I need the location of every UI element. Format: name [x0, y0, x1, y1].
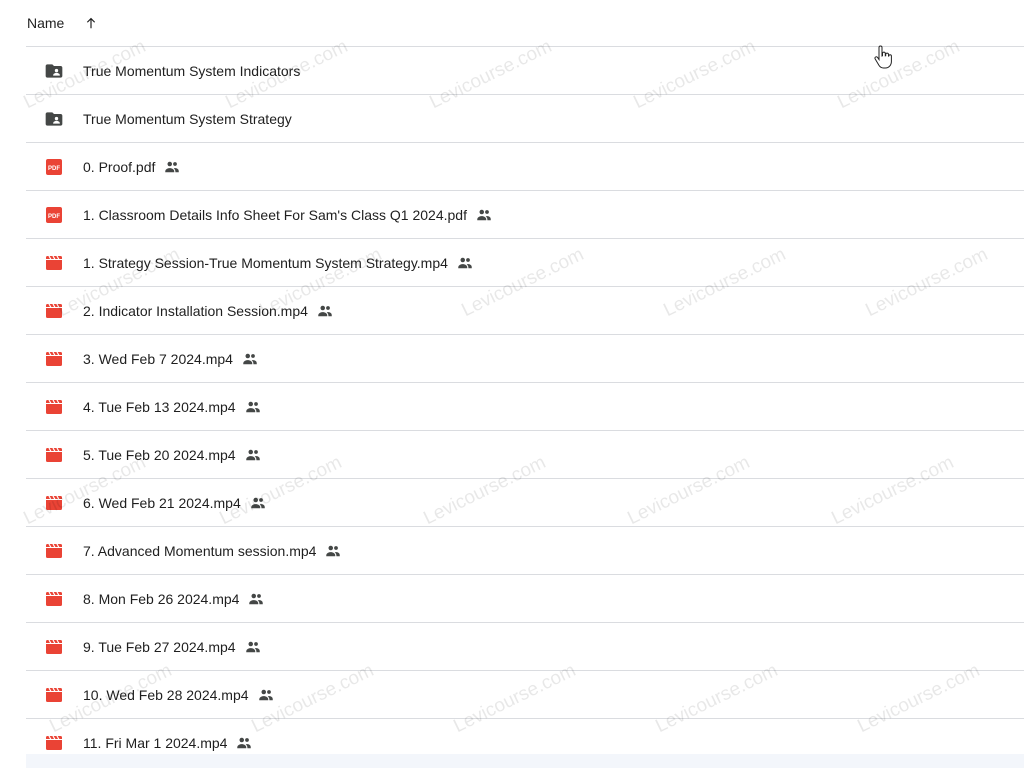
list-item[interactable]: 10. Wed Feb 28 2024.mp4 [26, 671, 1024, 719]
name-column-header[interactable]: Name [27, 15, 64, 31]
svg-text:PDF: PDF [48, 214, 60, 220]
video-icon [44, 253, 64, 273]
file-name: 10. Wed Feb 28 2024.mp4 [83, 686, 249, 703]
video-icon [44, 349, 64, 369]
people-icon [257, 686, 275, 704]
video-icon [44, 541, 64, 561]
list-item[interactable]: 9. Tue Feb 27 2024.mp4 [26, 623, 1024, 671]
pdf-icon: PDF [44, 157, 64, 177]
svg-text:PDF: PDF [48, 166, 60, 172]
people-icon [244, 446, 262, 464]
people-icon [241, 350, 259, 368]
file-name: 5. Tue Feb 20 2024.mp4 [83, 446, 236, 463]
people-icon [247, 590, 265, 608]
file-name: 8. Mon Feb 26 2024.mp4 [83, 590, 240, 607]
file-name: 1. Strategy Session-True Momentum System… [83, 254, 448, 271]
file-name: 7. Advanced Momentum session.mp4 [83, 542, 317, 559]
list-item[interactable]: 6. Wed Feb 21 2024.mp4 [26, 479, 1024, 527]
video-icon [44, 301, 64, 321]
list-item[interactable]: 5. Tue Feb 20 2024.mp4 [26, 431, 1024, 479]
list-item[interactable]: 2. Indicator Installation Session.mp4 [26, 287, 1024, 335]
file-name: 11. Fri Mar 1 2024.mp4 [83, 735, 228, 751]
file-name: 6. Wed Feb 21 2024.mp4 [83, 494, 241, 511]
list-item[interactable]: True Momentum System Strategy [26, 95, 1024, 143]
people-icon [249, 494, 267, 512]
file-name: True Momentum System Indicators [83, 62, 301, 79]
list-item[interactable]: 4. Tue Feb 13 2024.mp4 [26, 383, 1024, 431]
file-name: 3. Wed Feb 7 2024.mp4 [83, 350, 233, 367]
list-item[interactable]: 7. Advanced Momentum session.mp4 [26, 527, 1024, 575]
video-icon [44, 589, 64, 609]
people-icon [244, 398, 262, 416]
video-icon [44, 685, 64, 705]
people-icon [456, 254, 474, 272]
file-name: True Momentum System Strategy [83, 110, 292, 127]
arrow-upward-icon[interactable] [84, 15, 100, 31]
people-icon [235, 734, 253, 752]
shared-folder-icon [44, 109, 64, 129]
bottom-strip [26, 754, 1024, 768]
list-header: Name [26, 0, 1024, 47]
people-icon [316, 302, 334, 320]
list-item[interactable]: PDF 0. Proof.pdf [26, 143, 1024, 191]
shared-folder-icon [44, 61, 64, 81]
file-name: 9. Tue Feb 27 2024.mp4 [83, 638, 236, 655]
video-icon [44, 733, 64, 753]
file-name: 0. Proof.pdf [83, 158, 156, 175]
file-name: 4. Tue Feb 13 2024.mp4 [83, 398, 236, 415]
video-icon [44, 397, 64, 417]
people-icon [324, 542, 342, 560]
people-icon [244, 638, 262, 656]
list-item[interactable]: PDF 1. Classroom Details Info Sheet For … [26, 191, 1024, 239]
people-icon [163, 158, 181, 176]
video-icon [44, 493, 64, 513]
file-list: True Momentum System Indicators True Mom… [26, 47, 1024, 767]
people-icon [475, 206, 493, 224]
pdf-icon: PDF [44, 205, 64, 225]
file-name: 1. Classroom Details Info Sheet For Sam'… [83, 206, 467, 223]
file-name: 2. Indicator Installation Session.mp4 [83, 302, 308, 319]
list-item[interactable]: 3. Wed Feb 7 2024.mp4 [26, 335, 1024, 383]
video-icon [44, 637, 64, 657]
video-icon [44, 445, 64, 465]
list-item[interactable]: 8. Mon Feb 26 2024.mp4 [26, 575, 1024, 623]
list-item[interactable]: 1. Strategy Session-True Momentum System… [26, 239, 1024, 287]
hand-cursor-icon [874, 45, 892, 69]
